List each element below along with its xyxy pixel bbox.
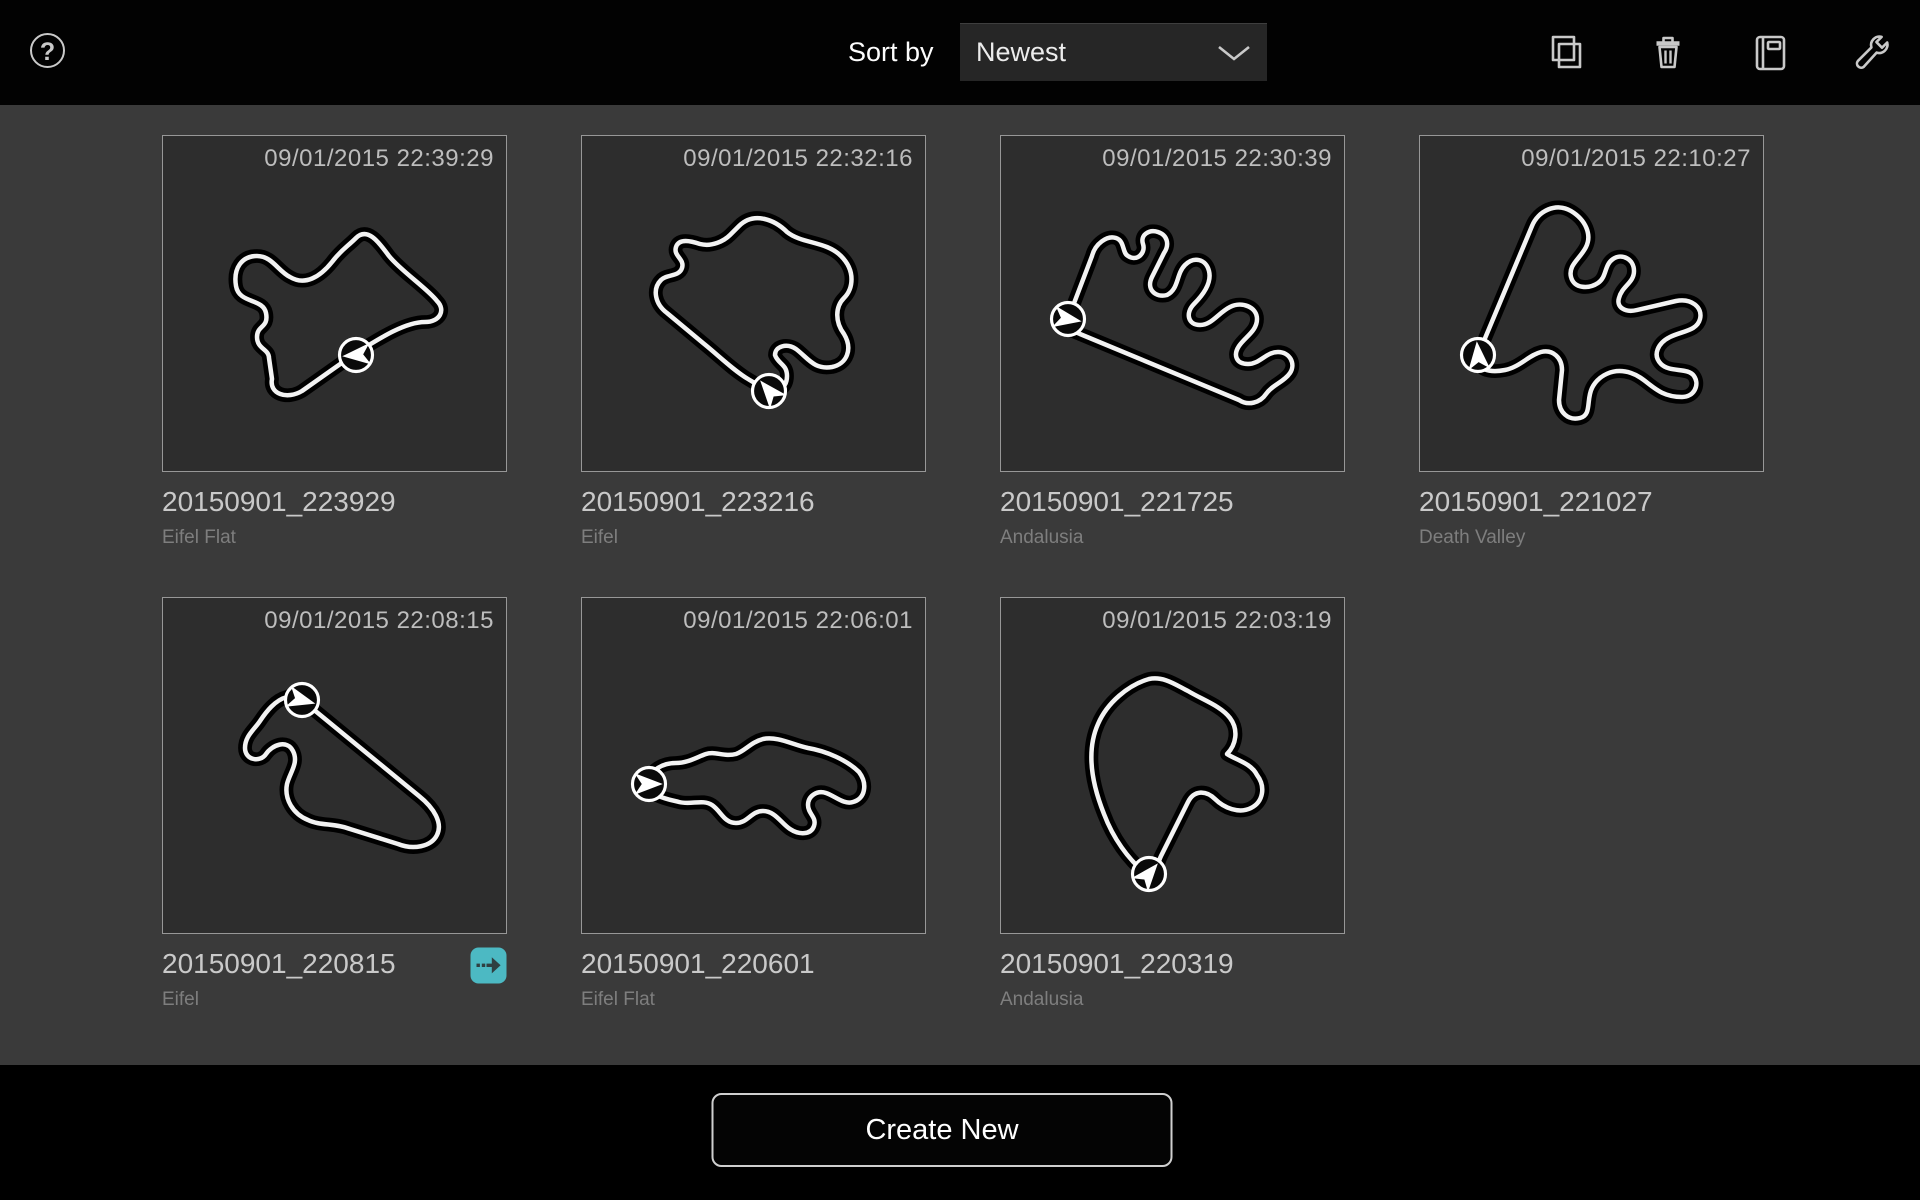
sort-dropdown[interactable]: Newest [960, 23, 1267, 81]
track-map [604, 166, 904, 466]
bottom-bar: Create New [0, 1065, 1920, 1200]
settings-button[interactable] [1850, 31, 1894, 75]
sort-by-label: Sort by [848, 37, 934, 68]
track-map [185, 628, 485, 928]
top-bar: ? Sort by Newest [0, 0, 1920, 105]
track-grid: 09/01/2015 22:39:29 20150901_223929 Eife… [0, 105, 1920, 1065]
track-card[interactable]: 09/01/2015 22:39:29 20150901_223929 Eife… [162, 135, 507, 547]
track-thumbnail: 09/01/2015 22:32:16 [581, 135, 926, 472]
track-card[interactable]: 09/01/2015 22:10:27 20150901_221027 Deat… [1419, 135, 1764, 547]
start-marker [285, 684, 318, 717]
start-marker [633, 768, 666, 801]
track-thumbnail: 09/01/2015 22:39:29 [162, 135, 507, 472]
track-map [185, 166, 485, 466]
track-thumbnail: 09/01/2015 22:10:27 [1419, 135, 1764, 472]
card-location: Andalusia [1000, 989, 1345, 1011]
track-path [1067, 231, 1292, 403]
card-name: 20150901_223929 [162, 486, 507, 518]
manual-icon [1748, 31, 1792, 75]
track-thumbnail: 09/01/2015 22:06:01 [581, 597, 926, 934]
toolbar-icons [1544, 31, 1894, 75]
track-card[interactable]: 09/01/2015 22:32:16 20150901_223216 Eife… [581, 135, 926, 547]
start-marker [1462, 339, 1495, 372]
card-name: 20150901_220319 [1000, 948, 1345, 980]
manual-button[interactable] [1748, 31, 1792, 75]
track-path-outline [1091, 678, 1262, 876]
copy-button[interactable] [1544, 31, 1588, 75]
start-marker [1131, 856, 1166, 891]
card-name: 20150901_220815 [162, 948, 507, 980]
start-marker [752, 373, 787, 408]
dash-icon [482, 964, 485, 967]
track-map [604, 628, 904, 928]
track-card[interactable]: 09/01/2015 22:06:01 20150901_220601 Eife… [581, 597, 926, 1009]
start-marker [340, 339, 373, 372]
card-location: Eifel Flat [581, 989, 926, 1011]
track-map [1442, 166, 1742, 466]
card-location: Eifel [581, 527, 926, 549]
track-path-outline [245, 695, 439, 847]
trash-icon [1646, 31, 1690, 75]
card-location: Death Valley [1419, 527, 1764, 549]
sort-selected-value: Newest [976, 37, 1066, 68]
track-thumbnail: 09/01/2015 22:08:15 [162, 597, 507, 934]
card-name: 20150901_221725 [1000, 486, 1345, 518]
card-name: 20150901_220601 [581, 948, 926, 980]
delete-button[interactable] [1646, 31, 1690, 75]
start-marker [1052, 303, 1085, 336]
track-map [1023, 628, 1323, 928]
card-location: Eifel Flat [162, 527, 507, 549]
track-card[interactable]: 09/01/2015 22:08:15 20150901_220815 Eife… [162, 597, 507, 1009]
track-card[interactable]: 09/01/2015 22:03:19 20150901_220319 Anda… [1000, 597, 1345, 1009]
track-card[interactable]: 09/01/2015 22:30:39 20150901_221725 Anda… [1000, 135, 1345, 547]
track-thumbnail: 09/01/2015 22:30:39 [1000, 135, 1345, 472]
dash-icon [477, 964, 480, 967]
card-name: 20150901_221027 [1419, 486, 1764, 518]
track-map [1023, 166, 1323, 466]
card-location: Eifel [162, 989, 507, 1011]
shared-badge [470, 947, 507, 984]
card-location: Andalusia [1000, 527, 1345, 549]
wrench-icon [1850, 31, 1894, 75]
chevron-down-icon [1217, 45, 1251, 61]
create-new-button[interactable]: Create New [712, 1093, 1173, 1167]
track-thumbnail: 09/01/2015 22:03:19 [1000, 597, 1345, 934]
help-button[interactable]: ? [30, 33, 65, 68]
copy-icon [1544, 31, 1588, 75]
card-name: 20150901_223216 [581, 486, 926, 518]
